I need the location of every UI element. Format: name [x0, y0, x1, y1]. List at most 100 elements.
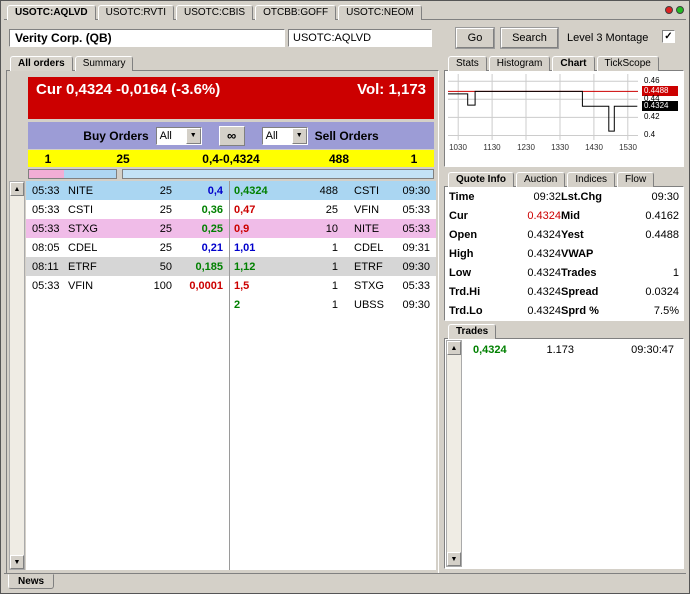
bid-row[interactable]: 08:05 CDEL 25 0,21	[26, 238, 229, 257]
quote-tabs: Quote Info Auction Indices Flow	[448, 172, 655, 187]
bid-price-cell: 0,21	[201, 241, 223, 254]
red-dot-button[interactable]	[665, 6, 673, 14]
analysis-tab[interactable]: Histogram	[488, 56, 551, 71]
buy-orders-label: Buy Orders	[83, 128, 149, 143]
go-button[interactable]: Go	[456, 28, 494, 48]
quote-value: 0.4324	[527, 228, 561, 241]
bid-size-cell: 25	[159, 184, 172, 197]
buy-filter-select[interactable]: All ▼	[155, 126, 202, 145]
bid-price-cell: 0,4	[207, 184, 223, 197]
news-tab[interactable]: News	[8, 574, 55, 589]
bid-mm-cell: STXG	[68, 222, 98, 235]
quote-label: VWAP	[561, 247, 594, 260]
chevron-down-icon[interactable]: ▼	[291, 127, 307, 144]
analysis-tab[interactable]: TickScope	[596, 56, 659, 71]
analysis-tab-label: TickScope	[604, 58, 651, 69]
trades-tabs: Trades	[448, 324, 497, 339]
montage-checkbox[interactable]: ✓	[662, 30, 675, 43]
ask-row[interactable]: 2 1 UBSS 09:30	[230, 295, 436, 314]
header-bar: Verity Corp. (QB) Go Search Level 3 Mont…	[1, 20, 689, 54]
sell-orders-label: Sell Orders	[314, 128, 379, 143]
ask-row[interactable]: 1,5 1 STXG 05:33	[230, 276, 436, 295]
analysis-tab[interactable]: Stats	[448, 56, 487, 71]
symbol-tab[interactable]: OTCBB:GOFF	[255, 5, 337, 20]
symbol-tab[interactable]: USOTC:CBIS	[175, 5, 254, 20]
ask-row[interactable]: 1,01 1 CDEL 09:31	[230, 238, 436, 257]
symbol-tab[interactable]: USOTC:NEOM	[338, 5, 422, 20]
quote-label: Cur	[449, 209, 468, 222]
quote-tab[interactable]: Quote Info	[448, 172, 514, 187]
green-dot-button[interactable]	[676, 6, 684, 14]
chart-y-label: 0.4324	[642, 101, 678, 111]
quote-tab[interactable]: Indices	[567, 172, 616, 187]
ask-mm-cell: CDEL	[354, 241, 384, 254]
analysis-tab[interactable]: Chart	[552, 56, 595, 71]
ask-row[interactable]: 0,47 25 VFIN 05:33	[230, 200, 436, 219]
symbol-tab[interactable]: USOTC:AQLVD	[7, 5, 96, 20]
scroll-down-button[interactable]: ▼	[10, 555, 24, 569]
trades-scrollbar[interactable]: ▲ ▼	[446, 340, 462, 567]
bid-row[interactable]: 05:33 STXG 25 0,25	[26, 219, 229, 238]
symbol-tab-label: USOTC:RVTI	[105, 7, 166, 18]
analysis-panel: Stats Histogram Chart TickScope 0.46 0.4488 0…	[444, 55, 684, 575]
chevron-down-icon[interactable]: ▼	[185, 127, 201, 144]
bid-mm-cell: NITE	[68, 184, 94, 197]
bid-price-cell: 0,36	[201, 203, 223, 216]
quote-value: 0.4324	[527, 247, 561, 260]
trades-list: 0,4324 1.173 09:30:47	[464, 342, 682, 358]
ask-mm-cell: NITE	[354, 222, 380, 235]
symbol-tab[interactable]: USOTC:RVTI	[97, 5, 174, 20]
quote-tab[interactable]: Flow	[617, 172, 655, 187]
quote-label: Yest	[561, 228, 584, 241]
bid-mm-cell: CDEL	[68, 241, 98, 254]
pressure-segment	[63, 170, 116, 178]
orders-view-tabs: All orders Summary	[10, 56, 134, 71]
ask-time-cell: 09:30	[402, 260, 430, 273]
chain-icon: ∞	[227, 127, 237, 143]
trades-tab-label: Trades	[456, 326, 489, 337]
quote-value: 1	[672, 266, 679, 279]
level3-montage-window: USOTC:AQLVD USOTC:RVTI USOTC:CBIS OTCBB:GOF…	[0, 0, 690, 594]
quote-tab[interactable]: Auction	[516, 172, 566, 187]
ask-row[interactable]: 0,4324 488 CSTI 09:30	[230, 181, 436, 200]
quote-value: 0.4324	[527, 304, 561, 317]
pressure-bars	[28, 169, 434, 179]
link-filters-button[interactable]: ∞	[218, 125, 245, 146]
company-name-field: Verity Corp. (QB)	[9, 29, 285, 47]
scroll-up-button[interactable]: ▲	[10, 182, 24, 196]
ask-price-cell: 1,01	[234, 241, 256, 254]
trades-scroll-down-button[interactable]: ▼	[447, 552, 461, 566]
trades-scroll-up-button[interactable]: ▲	[447, 341, 461, 355]
order-book-scrollbar[interactable]: ▲ ▼	[9, 181, 25, 570]
quote-label: Trd.Hi	[449, 285, 481, 298]
quote-label: Mid	[561, 209, 580, 222]
trade-price-cell: 0,4324	[473, 344, 507, 356]
chart-plot	[448, 74, 638, 140]
quote-value: 0.4324	[527, 266, 561, 279]
banner-current-price: Cur 0,4324 -0,0164 (-3.6%)	[36, 81, 221, 98]
montage-panel: All orders Summary Cur 0,4324 -0,0164 (-3…	[6, 55, 439, 575]
orders-view-tab[interactable]: All orders	[10, 56, 73, 71]
bid-row[interactable]: 08:11 ETRF 50 0,185	[26, 257, 229, 276]
orders-view-tab[interactable]: Summary	[74, 56, 134, 71]
trades-tab[interactable]: Trades	[448, 324, 497, 339]
bid-row[interactable]: 05:33 NITE 25 0,4	[26, 181, 229, 200]
bid-row[interactable]: 05:33 CSTI 25 0,36	[26, 200, 229, 219]
ask-row[interactable]: 0,9 10 NITE 05:33	[230, 219, 436, 238]
ask-price-cell: 0,9	[234, 222, 250, 235]
ask-row[interactable]: 1,12 1 ETRF 09:30	[230, 257, 436, 276]
bid-mm-cell: CSTI	[68, 203, 94, 216]
bid-mm-cell: ETRF	[68, 260, 97, 273]
arrow-up-icon: ▲	[13, 186, 21, 193]
symbol-input[interactable]	[288, 29, 432, 47]
quote-value: 09:30	[651, 190, 679, 203]
pressure-bar-left	[28, 169, 117, 179]
chart-x-label: 1430	[585, 143, 603, 152]
best-ask-size: 488	[328, 151, 350, 166]
sell-filter-select[interactable]: All ▼	[261, 126, 308, 145]
bid-row[interactable]: 05:33 VFIN 100 0,0001	[26, 276, 229, 295]
trade-row[interactable]: 0,4324 1.173 09:30:47	[464, 342, 682, 358]
company-name: Verity Corp. (QB)	[15, 31, 112, 45]
search-button[interactable]: Search	[501, 28, 558, 48]
quote-label: Sprd %	[561, 304, 599, 317]
